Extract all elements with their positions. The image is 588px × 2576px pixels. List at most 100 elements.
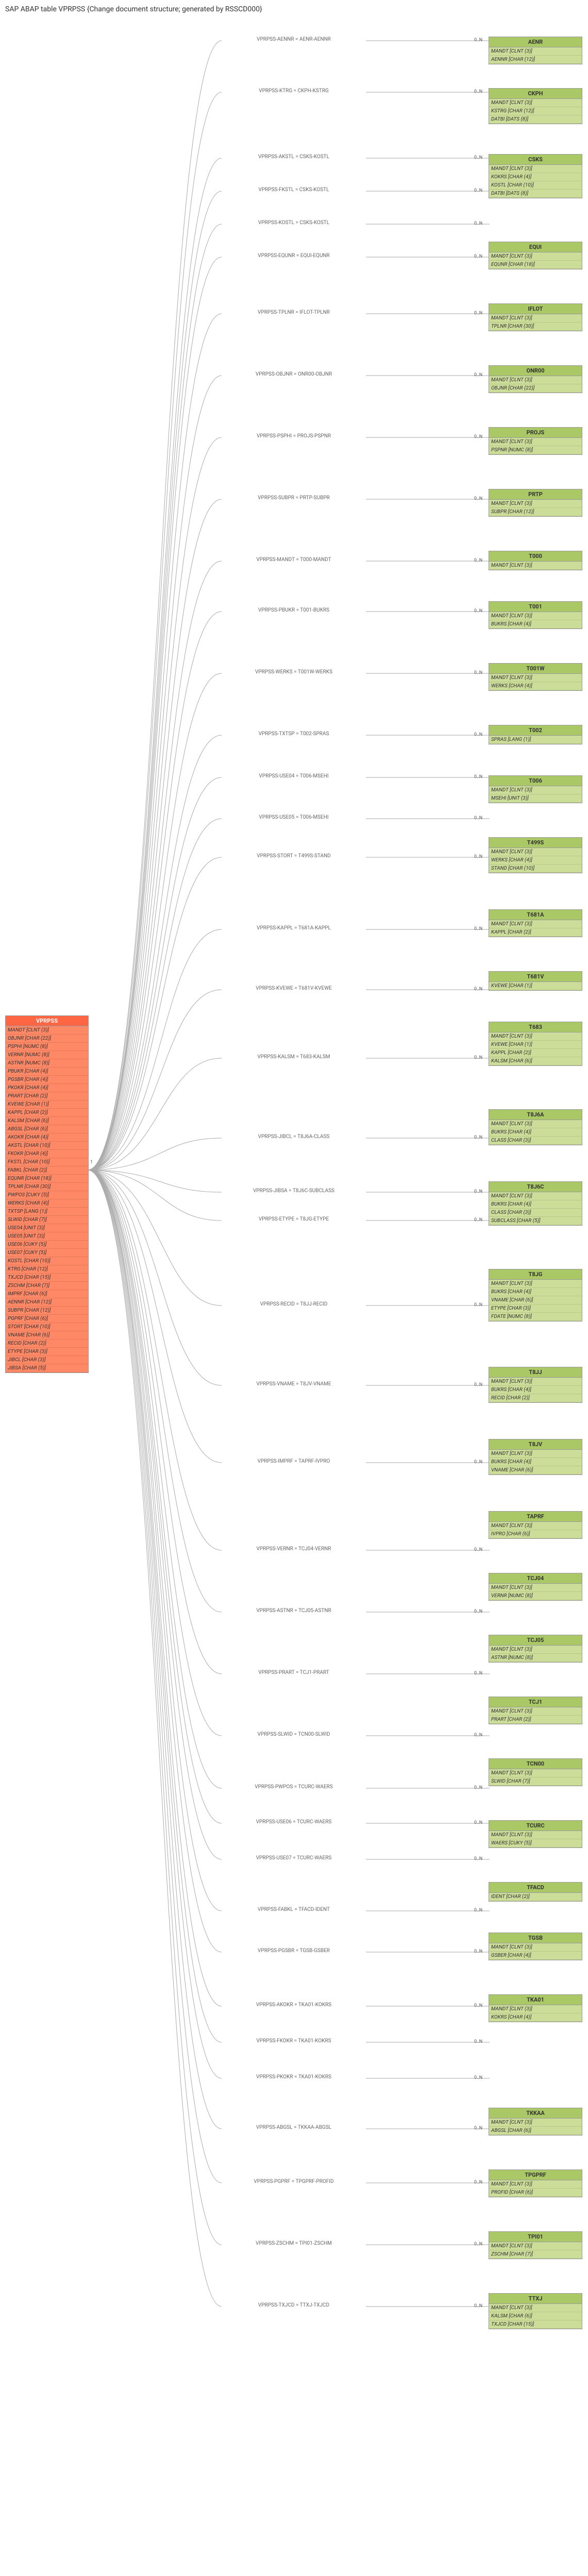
table-field: KVEWE [CHAR (1)] bbox=[6, 1100, 88, 1109]
table-field: OBJNR [CHAR (22)] bbox=[489, 384, 582, 393]
table-header: T001 bbox=[489, 602, 582, 612]
cardinality: 0..N bbox=[474, 89, 482, 94]
table-header: TCURC bbox=[489, 1821, 582, 1831]
table-field: BUKRS [CHAR (4)] bbox=[489, 1200, 582, 1209]
relation-label: VPRPSS-MANDT = T000-MANDT bbox=[222, 557, 366, 563]
target-table: T683MANDT [CLNT (3)]KVEWE [CHAR (1)]KAPP… bbox=[489, 1022, 582, 1066]
relation-label: VPRPSS-RECID = T8JJ-RECID bbox=[222, 1301, 366, 1307]
relation-label: VPRPSS-OBJNR = ONR00-OBJNR bbox=[222, 371, 366, 377]
table-field: DATBI [DATS (8)] bbox=[489, 190, 582, 198]
table-header: T499S bbox=[489, 838, 582, 848]
cardinality: 1 bbox=[90, 1160, 93, 1165]
cardinality: 0..N bbox=[474, 2039, 482, 2044]
cardinality: 0..N bbox=[474, 254, 482, 259]
table-field: MANDT [CLNT (3)] bbox=[489, 376, 582, 384]
table-field: STAND [CHAR (10)] bbox=[489, 865, 582, 873]
table-field: FDATE [NUMC (8)] bbox=[489, 1313, 582, 1321]
table-field: USE07 [CUKY (5)] bbox=[6, 1249, 88, 1257]
cardinality: 0..N bbox=[474, 1460, 482, 1465]
table-field: MANDT [CLNT (3)] bbox=[489, 1646, 582, 1654]
target-table: CSKSMANDT [CLNT (3)]KOKRS [CHAR (4)]KOST… bbox=[489, 154, 582, 198]
table-field: MANDT [CLNT (3)] bbox=[489, 1280, 582, 1288]
cardinality: 0..N bbox=[474, 1671, 482, 1676]
table-field: MANDT [CLNT (3)] bbox=[489, 2304, 582, 2312]
table-field: MANDT [CLNT (3)] bbox=[489, 1707, 582, 1716]
cardinality: 0..N bbox=[474, 311, 482, 316]
table-field: KVEWE [CHAR (1)] bbox=[489, 982, 582, 990]
table-field: MANDT [CLNT (3)] bbox=[489, 1769, 582, 1777]
table-field: MANDT [CLNT (3)] bbox=[489, 1522, 582, 1530]
cardinality: 0..N bbox=[474, 2242, 482, 2247]
table-header: ONR00 bbox=[489, 366, 582, 376]
table-field: KSTRG [CHAR (12)] bbox=[489, 107, 582, 115]
target-table: TCJ05MANDT [CLNT (3)]ASTNR [NUMC (8)] bbox=[489, 1635, 582, 1663]
table-field: WERKS [CHAR (4)] bbox=[489, 856, 582, 865]
table-field: KTRG [CHAR (12)] bbox=[6, 1265, 88, 1274]
target-table: T681AMANDT [CLNT (3)]KAPPL [CHAR (2)] bbox=[489, 909, 582, 937]
table-field: MANDT [CLNT (3)] bbox=[489, 2242, 582, 2250]
target-table: T8JGMANDT [CLNT (3)]BUKRS [CHAR (4)]VNAM… bbox=[489, 1269, 582, 1321]
table-field: PROFID [CHAR (6)] bbox=[489, 2189, 582, 2197]
table-header: T001W bbox=[489, 664, 582, 674]
target-table: CKPHMANDT [CLNT (3)]KSTRG [CHAR (12)]DAT… bbox=[489, 88, 582, 124]
cardinality: 0..N bbox=[474, 2003, 482, 2008]
table-field: SUBCLASS [CHAR (5)] bbox=[489, 1217, 582, 1225]
relation-label: VPRPSS-KALSM = T683-KALSM bbox=[222, 1054, 366, 1060]
table-header: T002 bbox=[489, 725, 582, 736]
table-field: GSBER [CHAR (4)] bbox=[489, 1952, 582, 1960]
table-field: PGSBR [CHAR (4)] bbox=[6, 1076, 88, 1084]
table-field: PWPOS [CUKY (5)] bbox=[6, 1191, 88, 1199]
cardinality: 0..N bbox=[474, 1547, 482, 1552]
table-field: EQUNR [CHAR (18)] bbox=[489, 261, 582, 269]
table-field: FKSTL [CHAR (10)] bbox=[6, 1158, 88, 1166]
relation-label: VPRPSS-USE05 = T006-MSEHI bbox=[222, 815, 366, 820]
table-header: TCN00 bbox=[489, 1759, 582, 1769]
target-table: TFACDIDENT [CHAR (2)] bbox=[489, 1882, 582, 1902]
table-header: T006 bbox=[489, 776, 582, 786]
relation-label: VPRPSS-USE07 = TCURC-WAERS bbox=[222, 1855, 366, 1861]
target-table: T8JVMANDT [CLNT (3)]BUKRS [CHAR (4)]VNAM… bbox=[489, 1439, 582, 1475]
cardinality: 0..N bbox=[474, 188, 482, 193]
table-field: AKSTL [CHAR (10)] bbox=[6, 1142, 88, 1150]
table-field: VNAME [CHAR (6)] bbox=[489, 1296, 582, 1304]
table-field: ETYPE [CHAR (3)] bbox=[489, 1304, 582, 1313]
cardinality: 0..N bbox=[474, 434, 482, 439]
table-field: RECID [CHAR (2)] bbox=[6, 1340, 88, 1348]
table-header: T000 bbox=[489, 551, 582, 562]
table-field: MANDT [CLNT (3)] bbox=[489, 612, 582, 620]
relation-label: VPRPSS-TXTSP = T002-SPRAS bbox=[222, 731, 366, 737]
table-field: MANDT [CLNT (3)] bbox=[489, 1378, 582, 1386]
cardinality: 0..N bbox=[474, 608, 482, 614]
table-header: IFLOT bbox=[489, 304, 582, 314]
cardinality: 0..N bbox=[474, 926, 482, 931]
table-field: MANDT [CLNT (3)] bbox=[489, 314, 582, 323]
target-table: T8J6AMANDT [CLNT (3)]BUKRS [CHAR (4)]CLA… bbox=[489, 1109, 582, 1145]
target-table: IFLOTMANDT [CLNT (3)]TPLNR [CHAR (30)] bbox=[489, 303, 582, 331]
table-field: ABGSL [CHAR (6)] bbox=[489, 2127, 582, 2135]
target-table: T8JJMANDT [CLNT (3)]BUKRS [CHAR (4)]RECI… bbox=[489, 1367, 582, 1403]
target-table: T001WMANDT [CLNT (3)]WERKS [CHAR (4)] bbox=[489, 663, 582, 691]
relation-label: VPRPSS-JIBCL = T8J6A-CLASS bbox=[222, 1134, 366, 1140]
table-field: MANDT [CLNT (3)] bbox=[489, 2005, 582, 2013]
table-field: MANDT [CLNT (3)] bbox=[489, 848, 582, 856]
target-table: PRTPMANDT [CLNT (3)]SUBPR [CHAR (12)] bbox=[489, 489, 582, 517]
table-header: TCJ05 bbox=[489, 1635, 582, 1646]
cardinality: 0..N bbox=[474, 854, 482, 859]
cardinality: 0..N bbox=[474, 1217, 482, 1223]
cardinality: 0..N bbox=[474, 2303, 482, 2309]
table-header: T8JV bbox=[489, 1439, 582, 1450]
target-table: T006MANDT [CLNT (3)]MSEHI [UNIT (3)] bbox=[489, 775, 582, 803]
table-field: PRART [CHAR (2)] bbox=[489, 1716, 582, 1724]
table-header: TPGPRF bbox=[489, 2170, 582, 2180]
relation-label: VPRPSS-TXJCD = TTXJ-TXJCD bbox=[222, 2302, 366, 2308]
cardinality: 0..N bbox=[474, 1302, 482, 1308]
relation-label: VPRPSS-AENNR = AENR-AENNR bbox=[222, 37, 366, 42]
table-field: PSPNR [NUMC (8)] bbox=[489, 446, 582, 454]
target-table: TCJ1MANDT [CLNT (3)]PRART [CHAR (2)] bbox=[489, 1697, 582, 1724]
relation-label: VPRPSS-SLWID = TCN00-SLWID bbox=[222, 1732, 366, 1737]
target-table: TKKAAMANDT [CLNT (3)]ABGSL [CHAR (6)] bbox=[489, 2108, 582, 2136]
table-field: TXJCD [CHAR (15)] bbox=[6, 1274, 88, 1282]
table-header: T681A bbox=[489, 910, 582, 920]
target-table: PROJSMANDT [CLNT (3)]PSPNR [NUMC (8)] bbox=[489, 427, 582, 455]
table-field: MANDT [CLNT (3)] bbox=[489, 2119, 582, 2127]
